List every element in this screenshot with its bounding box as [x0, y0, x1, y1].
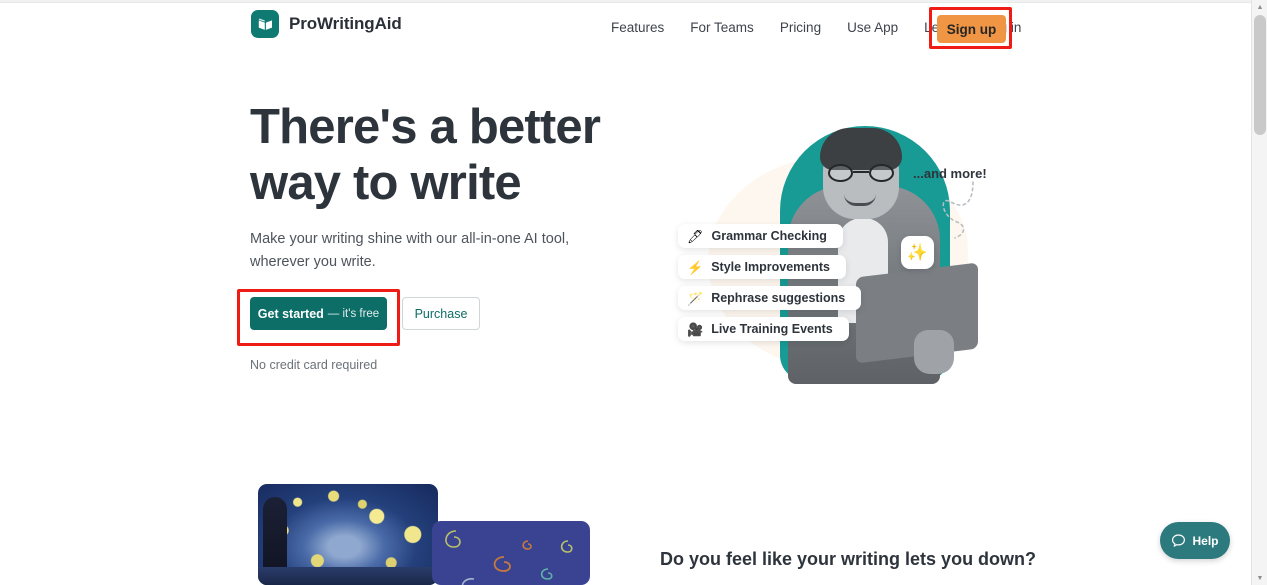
section-heading: Do you feel like your writing lets you d…: [660, 549, 1037, 569]
brand-name: ProWritingAid: [289, 14, 402, 33]
person-hand: [914, 330, 954, 374]
feature-chip-list: 🖊 Grammar Checking ⚡ Style Improvements …: [678, 224, 862, 341]
chip-label: Live Training Events: [711, 322, 833, 336]
and-more-label: ...and more!: [913, 166, 987, 181]
chip-live-training-events: 🎥 Live Training Events: [678, 317, 849, 341]
video-camera-icon: 🎥: [687, 321, 704, 337]
chip-label: Style Improvements: [711, 260, 830, 274]
blue-swirl-card: [432, 521, 590, 585]
glasses-icon: [828, 164, 894, 182]
chip-label: Grammar Checking: [711, 229, 827, 243]
hero-title-line-1: There's a better: [250, 100, 601, 154]
help-label: Help: [1192, 533, 1219, 548]
hero-subtitle: Make your writing shine with our all-in-…: [250, 231, 570, 270]
chip-label: Rephrase suggestions: [711, 291, 846, 305]
signup-highlight-box: Sign up: [929, 7, 1012, 49]
no-credit-card-note: No credit card required: [250, 358, 378, 372]
scroll-up-arrow-icon[interactable]: ▲: [1252, 0, 1267, 14]
signup-button[interactable]: Sign up: [937, 15, 1006, 43]
pen-icon: 🖊: [687, 228, 704, 244]
brand-logo-link[interactable]: ProWritingAid: [251, 10, 402, 38]
starry-night-image: [258, 484, 438, 585]
chip-rephrase-suggestions: 🪄 Rephrase suggestions: [678, 286, 862, 310]
lightning-icon: ⚡: [687, 259, 704, 275]
scroll-down-arrow-icon[interactable]: ▼: [1252, 571, 1267, 585]
nav-link-pricing[interactable]: Pricing: [767, 16, 834, 39]
nav-link-features[interactable]: Features: [598, 16, 677, 39]
chat-bubble-icon: [1172, 534, 1186, 547]
nav-link-use-app[interactable]: Use App: [834, 16, 911, 39]
get-started-label: Get started: [257, 306, 324, 321]
hero-title-line-2: way to write: [250, 156, 522, 210]
site-header: ProWritingAid Features For Teams Pricing…: [0, 4, 1251, 49]
vertical-scrollbar[interactable]: ▲ ▼: [1251, 0, 1267, 585]
swirl-doodles-icon: [445, 530, 573, 585]
chip-grammar-checking: 🖊 Grammar Checking: [678, 224, 843, 248]
open-book-icon: [251, 10, 279, 38]
dotted-curly-arrow-icon: [942, 181, 974, 239]
purchase-button[interactable]: Purchase: [402, 297, 480, 330]
page-title: There's a better way to write: [250, 99, 670, 211]
help-button[interactable]: Help: [1160, 522, 1230, 559]
hills: [258, 567, 438, 585]
browser-top-edge: [0, 0, 1252, 3]
hero-illustration: ✨ ...and more! 🖊 Grammar Checking ⚡ Styl…: [660, 98, 1005, 388]
get-started-suffix: — it's free: [327, 307, 380, 320]
magic-wand-icon: 🪄: [687, 290, 704, 306]
scrollbar-thumb[interactable]: [1254, 15, 1266, 135]
nav-link-for-teams[interactable]: For Teams: [677, 16, 767, 39]
get-started-button[interactable]: Get started — it's free: [250, 297, 387, 330]
chip-style-improvements: ⚡ Style Improvements: [678, 255, 846, 279]
page-root: ProWritingAid Features For Teams Pricing…: [0, 0, 1267, 585]
